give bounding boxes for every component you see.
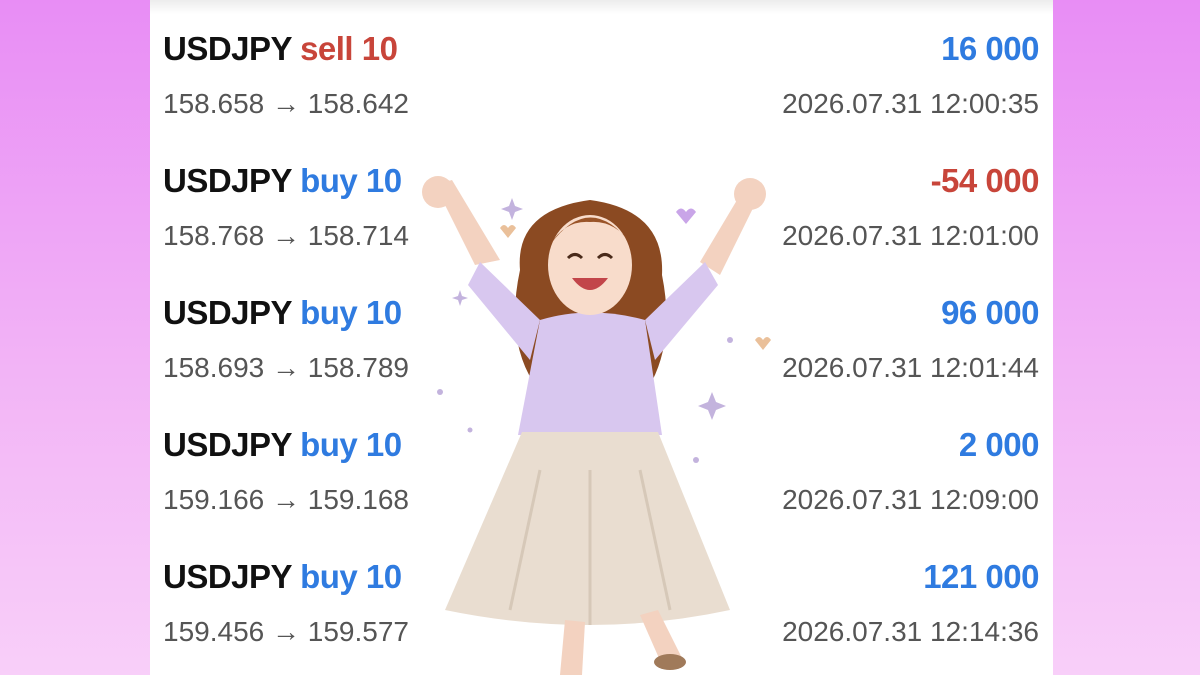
trade-title: USDJPY buy 10	[163, 162, 402, 200]
trade-side-volume: buy 10	[300, 426, 402, 463]
trade-prices: 159.456 → 159.577	[163, 616, 409, 647]
trade-title: USDJPY buy 10	[163, 294, 402, 332]
trade-symbol: USDJPY	[163, 30, 293, 67]
trade-prices: 158.768 → 158.714	[163, 220, 409, 251]
trade-title: USDJPY sell 10	[163, 30, 398, 68]
trade-time: 2026.07.31 12:01:00	[782, 220, 1039, 251]
trade-profit: 2 000	[958, 426, 1040, 463]
trade-profit: 16 000	[941, 30, 1039, 67]
trade-symbol: USDJPY	[163, 558, 293, 595]
trade-side-volume: sell 10	[300, 30, 398, 67]
trade-time: 2026.07.31 12:14:36	[782, 616, 1039, 647]
trade-profit: 121 000	[923, 558, 1039, 595]
trade-time: 2026.07.31 12:09:00	[782, 484, 1039, 515]
trade-side-volume: buy 10	[300, 294, 402, 331]
trade-profit: 96 000	[941, 294, 1039, 331]
trade-symbol: USDJPY	[163, 426, 293, 463]
trade-time: 2026.07.31 12:00:35	[782, 88, 1039, 119]
trade-side-volume: buy 10	[300, 558, 402, 595]
trade-symbol: USDJPY	[163, 294, 293, 331]
trade-prices: 158.693 → 158.789	[163, 352, 409, 383]
trade-row[interactable]: USDJPY sell 10 158.658 → 158.642 16 000 2…	[150, 0, 1053, 132]
trade-prices: 159.166 → 159.168	[163, 484, 409, 515]
trade-symbol: USDJPY	[163, 162, 293, 199]
trade-time: 2026.07.31 12:01:44	[782, 352, 1039, 383]
trade-prices: 158.658 → 158.642	[163, 88, 409, 119]
cheering-woman-illustration	[400, 170, 790, 675]
trade-title: USDJPY buy 10	[163, 426, 402, 464]
trade-title: USDJPY buy 10	[163, 558, 402, 596]
trade-profit: -54 000	[930, 162, 1040, 199]
trade-side-volume: buy 10	[300, 162, 402, 199]
